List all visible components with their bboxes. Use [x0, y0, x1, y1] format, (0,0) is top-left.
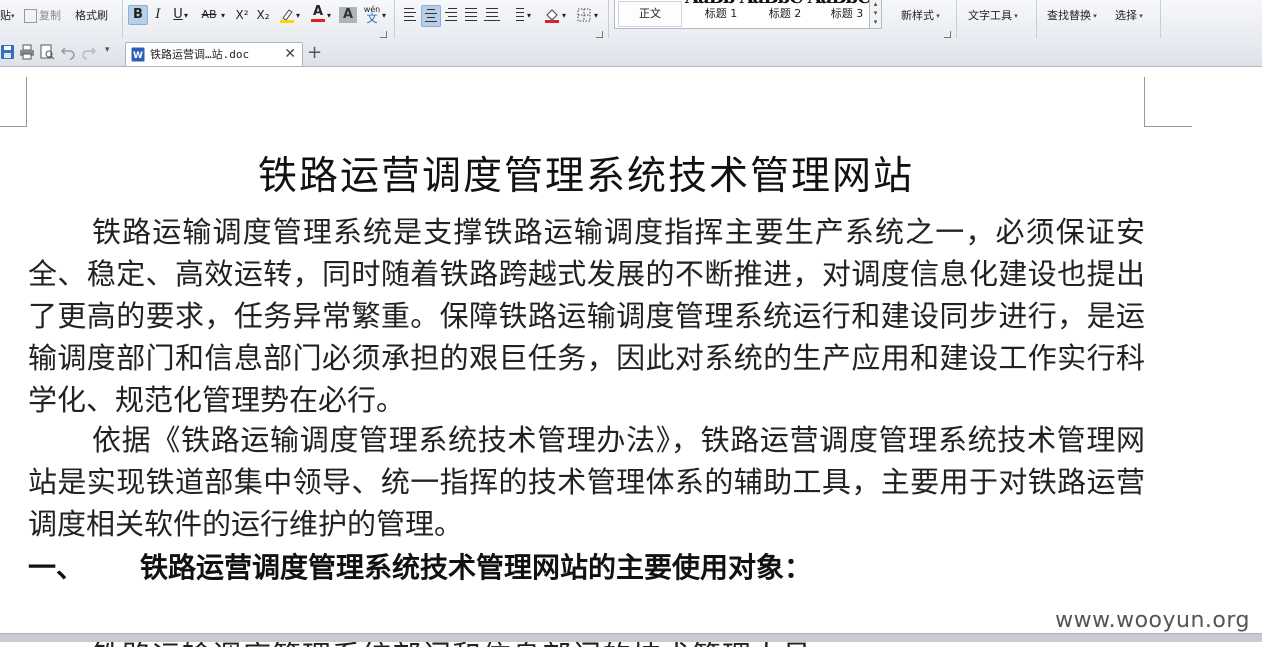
pinyin-dropdown[interactable]: ▾ [382, 5, 386, 27]
justify-button[interactable] [462, 5, 480, 25]
underline-dropdown[interactable]: ▾ [184, 5, 188, 27]
heading-number: 一、 [28, 551, 85, 584]
ribbon-separator [1160, 0, 1161, 38]
document-canvas[interactable]: 铁路运营调度管理系统技术管理网站 铁路运输调度管理系统是支撑铁路运输调度指挥主要… [0, 67, 1262, 647]
align-left-button[interactable] [401, 5, 419, 25]
format-painter-label: 格式刷 [75, 9, 108, 22]
styles-dialog-launcher[interactable] [944, 31, 951, 38]
redo-icon[interactable] [81, 44, 97, 60]
select-label: 选择 [1115, 9, 1137, 22]
close-tab-icon[interactable]: ✕ [284, 43, 296, 66]
border-button[interactable] [575, 5, 593, 25]
new-tab-button[interactable]: + [307, 42, 322, 64]
strikethrough-button[interactable]: AB [198, 5, 220, 25]
style-gallery: AaBb AaBbC AaBbC 正文 标题 1 标题 2 标题 3 ▴▾▾ [614, 0, 882, 29]
align-center-button[interactable] [421, 5, 441, 27]
find-replace-label: 查找替换 [1047, 9, 1091, 22]
ribbon-separator [1036, 0, 1037, 38]
word-document-icon: W [131, 47, 145, 62]
text-tools-label: 文字工具 [968, 9, 1012, 22]
style-gallery-scroll[interactable]: ▴ ▾ ▾ [869, 0, 881, 28]
font-color-letter: A [312, 4, 324, 19]
print-preview-icon[interactable] [39, 44, 55, 60]
new-style-button[interactable]: 新样式 ▾ [901, 5, 940, 27]
subscript-button[interactable]: X₂ [254, 5, 272, 25]
font-dialog-launcher[interactable] [380, 31, 387, 38]
watermark-text: www.wooyun.org [1053, 608, 1252, 633]
bold-button[interactable]: B [128, 5, 148, 25]
style-heading-1[interactable]: 标题 1 [689, 0, 753, 26]
format-painter-button[interactable]: 格式刷 [75, 5, 108, 27]
crop-mark [1144, 126, 1192, 127]
paste-button[interactable]: 贴▾ [0, 5, 15, 27]
style-normal[interactable]: 正文 [618, 1, 682, 27]
new-style-label: 新样式 [901, 9, 934, 22]
customize-toolbar-chevron-icon[interactable]: ▾ [105, 45, 110, 55]
pinyin-char-icon: 文 [366, 12, 378, 25]
paint-bucket-icon [545, 9, 559, 23]
page-boundary [0, 633, 1262, 642]
text-tools-button[interactable]: 文字工具 ▾ [968, 5, 1018, 27]
border-dropdown[interactable]: ▾ [594, 5, 598, 27]
paragraph-shading-button[interactable] [543, 5, 561, 25]
highlight-dropdown[interactable]: ▾ [296, 5, 300, 27]
document-title: 铁路运营调度管理系统技术管理网站 [257, 154, 914, 199]
superscript-button[interactable]: X² [233, 5, 251, 25]
paste-label: 贴 [0, 9, 11, 22]
shading-dropdown[interactable]: ▾ [562, 5, 566, 27]
ribbon-separator [394, 0, 395, 38]
align-right-button[interactable] [442, 5, 460, 25]
font-color-button[interactable]: A [309, 5, 327, 25]
character-shading-button[interactable]: A [339, 7, 357, 23]
body-paragraph-1: 铁路运输调度管理系统是支撑铁路运输调度指挥主要生产系统之一，必须保证安全、稳定、… [28, 215, 1145, 417]
ribbon-separator [956, 0, 957, 38]
ribbon-separator [608, 0, 609, 38]
copy-icon [24, 9, 37, 23]
crop-mark [26, 77, 27, 127]
print-icon[interactable] [19, 44, 35, 60]
font-color-swatch [311, 19, 325, 22]
copy-button[interactable]: 复制 [24, 5, 61, 27]
highlight-button[interactable] [278, 5, 296, 25]
strikethrough-dropdown[interactable]: ▾ [221, 5, 225, 27]
select-button[interactable]: 选择 ▾ [1115, 5, 1143, 27]
italic-button[interactable]: I [149, 5, 167, 25]
document-tab-label: 铁路运营调…站.doc [150, 48, 250, 61]
body-paragraph-2: 依据《铁路运输调度管理系统技术管理办法》，铁路运营调度管理系统技术管理网站是实现… [28, 423, 1145, 541]
ribbon-toolbar: 贴▾ 复制 格式刷 B I U ▾ AB ▾ X² X₂ ▾ A ▾ A wén… [0, 0, 1262, 41]
section-heading-1: 一、 铁路运营调度管理系统技术管理网站的主要使用对象： [28, 548, 1128, 588]
copy-label: 复制 [39, 9, 61, 22]
heading-text: 铁路运营调度管理系统技术管理网站的主要使用对象： [140, 551, 813, 584]
line-spacing-button[interactable] [509, 5, 527, 25]
distributed-button[interactable] [483, 5, 501, 25]
highlighter-icon [280, 9, 294, 23]
svg-text:W: W [133, 51, 143, 61]
crop-mark [1144, 77, 1145, 127]
find-replace-button[interactable]: 查找替换 ▾ [1047, 5, 1097, 27]
paragraph-dialog-launcher[interactable] [596, 31, 603, 38]
crop-mark [0, 126, 26, 127]
document-tab-bar: ▾ W 铁路运营调…站.doc ✕ + [0, 40, 1262, 67]
document-tab[interactable]: W 铁路运营调…站.doc ✕ [125, 42, 303, 66]
pinyin-guide-button[interactable]: wén 文 [360, 5, 384, 25]
save-icon[interactable] [0, 44, 16, 60]
font-color-dropdown[interactable]: ▾ [327, 5, 331, 27]
style-heading-2[interactable]: 标题 2 [753, 0, 817, 26]
undo-icon[interactable] [60, 44, 76, 60]
line-spacing-dropdown[interactable]: ▾ [527, 5, 531, 27]
borders-icon [577, 8, 591, 22]
ribbon-separator [122, 0, 123, 38]
